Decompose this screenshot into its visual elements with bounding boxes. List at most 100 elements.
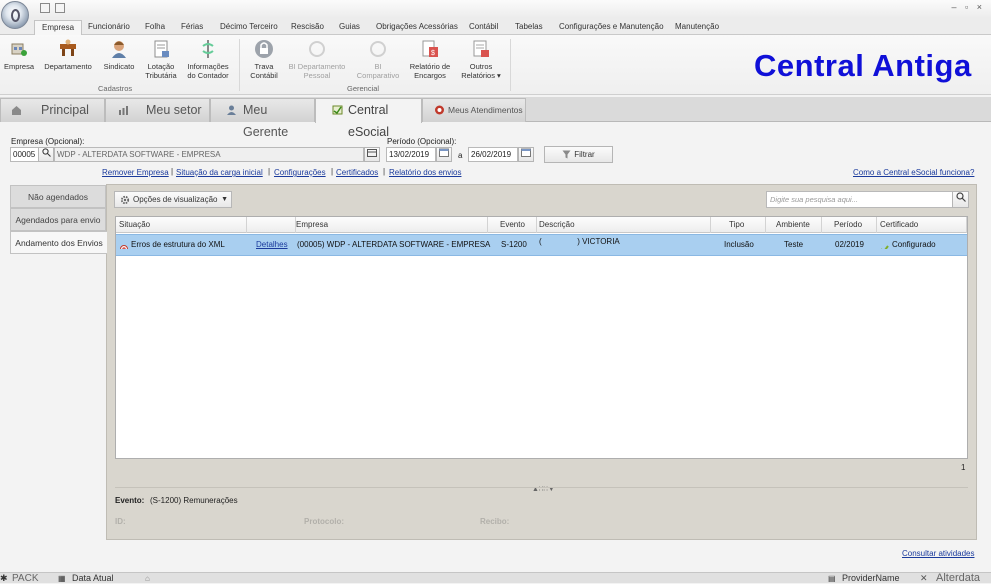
tax-allocation-icon xyxy=(154,40,169,58)
alterdata-logo-icon: ✕ xyxy=(920,573,928,583)
error-status-icon xyxy=(120,241,128,249)
search-button[interactable] xyxy=(952,191,969,208)
grid-icon[interactable] xyxy=(40,3,50,13)
filter-button-label: Filtrar xyxy=(574,150,595,159)
filter-icon xyxy=(562,150,571,159)
tab-central-esocial[interactable]: Central eSocial xyxy=(315,98,422,139)
tab-obrigacoes-acessorias[interactable]: Obrigações Acessórias xyxy=(376,20,458,35)
tab-guias[interactable]: Guias xyxy=(339,20,360,35)
tab-label: Meu setor xyxy=(146,103,202,117)
date-from-picker[interactable] xyxy=(436,147,452,162)
tab-tabelas[interactable]: Tabelas xyxy=(515,20,543,35)
como-funciona-link[interactable]: Como a Central eSocial funciona? xyxy=(853,168,974,177)
tab-empresa[interactable]: Empresa xyxy=(34,20,83,35)
sindicato-button[interactable]: Sindicato xyxy=(101,38,137,71)
cell-evento: S-1200 xyxy=(501,240,527,249)
chart-icon xyxy=(119,106,128,115)
side-tab-nao-agendados[interactable]: Não agendados xyxy=(10,185,106,208)
group-label-cadastros: Cadastros xyxy=(98,84,133,93)
empresa-list-button[interactable] xyxy=(364,147,380,162)
ribbon-label: BI Departamento xyxy=(288,62,346,71)
remover-empresa-link[interactable]: Remover Empresa xyxy=(102,168,169,177)
tab-ferias[interactable]: Férias xyxy=(181,20,203,35)
column-header-ambiente[interactable]: Ambiente xyxy=(766,217,822,233)
departamento-button[interactable]: Departamento xyxy=(42,38,94,71)
splitter xyxy=(115,487,968,488)
date-separator: a xyxy=(458,151,463,160)
cell-periodo: 02/2019 xyxy=(835,240,864,249)
date-from-field[interactable]: 13/02/2019 xyxy=(386,147,436,162)
status-bar: ✱ PACK ▦ Data Atual ⌂ ▤ ProviderName ✕ A… xyxy=(0,572,991,584)
tab-configuracoes-manutencao[interactable]: Configurações e Manutenção xyxy=(559,20,664,35)
tab-manutencao[interactable]: Manutenção xyxy=(675,20,719,35)
informacoes-contador-button[interactable]: Informações do Contador xyxy=(184,38,232,80)
tab-folha[interactable]: Folha xyxy=(145,20,165,35)
title-bar: – ▫ × xyxy=(0,0,991,18)
empresa-code-field[interactable]: 00005 xyxy=(10,147,39,162)
consultar-atividades-link[interactable]: Consultar atividades xyxy=(902,549,974,558)
tab-contabil[interactable]: Contábil xyxy=(469,20,498,35)
relatorio-encargos-button[interactable]: $ Relatório de Encargos xyxy=(407,38,453,80)
brand-title: Central Antiga xyxy=(754,48,972,83)
check-icon xyxy=(880,241,889,249)
empresa-label: Empresa (Opcional): xyxy=(11,137,85,146)
situacao-carga-link[interactable]: Situação da carga inicial xyxy=(176,168,263,177)
support-icon xyxy=(435,105,444,115)
tab-principal[interactable]: Principal xyxy=(0,98,105,122)
tab-meu-setor[interactable]: Meu setor xyxy=(105,98,210,122)
column-header-evento[interactable]: Evento xyxy=(497,217,537,233)
group-label-gerencial: Gerencial xyxy=(347,84,380,93)
ribbon-label: Comparativo xyxy=(356,71,400,80)
filter-button[interactable]: Filtrar xyxy=(544,146,613,163)
protocolo-label: Protocolo: xyxy=(304,517,344,526)
column-header-empresa[interactable]: Empresa xyxy=(293,217,488,233)
empresa-name-field[interactable]: WDP - ALTERDATA SOFTWARE - EMPRESA xyxy=(54,147,364,162)
tab-meus-atendimentos[interactable]: Meus Atendimentos xyxy=(422,98,526,122)
tab-meu-gerente[interactable]: Meu Gerente xyxy=(210,98,315,139)
configuracoes-link[interactable]: Configurações xyxy=(274,168,326,177)
side-tab-andamento[interactable]: Andamento dos Envios xyxy=(10,231,107,254)
certificados-link[interactable]: Certificados xyxy=(336,168,378,177)
side-tab-agendados[interactable]: Agendados para envio xyxy=(10,208,106,231)
calendar-icon xyxy=(521,148,531,157)
table-icon xyxy=(367,149,377,157)
view-options-button[interactable]: Opções de visualização ▼ xyxy=(114,191,232,208)
link-divider: | xyxy=(268,167,271,176)
nav-tabs: Principal Meu setor Meu Gerente Central … xyxy=(0,97,991,139)
view-options-label: Opções de visualização xyxy=(133,195,218,204)
ribbon-label: do Contador xyxy=(187,71,229,80)
column-header-detalhes[interactable] xyxy=(247,217,296,233)
outros-relatorios-button[interactable]: Outros Relatórios ▾ xyxy=(458,38,504,80)
table-row[interactable]: Erros de estrutura do XML Detalhes (0000… xyxy=(116,234,967,256)
empresa-search-button[interactable] xyxy=(38,147,54,162)
column-header-situacao[interactable]: Situação xyxy=(116,217,247,233)
tab-decimo-terceiro[interactable]: Décimo Terceiro xyxy=(220,20,278,35)
app-menu-orb-icon[interactable] xyxy=(1,1,29,29)
bi-comparativo-button[interactable]: BI Comparativo xyxy=(354,38,402,80)
tab-funcionario[interactable]: Funcionário xyxy=(88,20,130,35)
lotacao-tributaria-button[interactable]: Lotação Tributária xyxy=(142,38,180,80)
empresa-button[interactable]: Empresa xyxy=(3,38,35,71)
document-icon[interactable] xyxy=(55,3,65,13)
provider-icon: ▤ xyxy=(828,574,836,583)
column-header-tipo[interactable]: Tipo xyxy=(711,217,766,233)
column-header-certificado[interactable]: Certificado xyxy=(877,217,967,233)
alterdata-brand: Alterdata xyxy=(936,572,981,584)
accountant-icon xyxy=(202,40,214,58)
window-controls[interactable]: – ▫ × xyxy=(952,2,985,12)
ribbon-label: Empresa xyxy=(3,62,34,71)
ribbon-label: Departamento xyxy=(44,62,92,71)
column-header-periodo[interactable]: Período xyxy=(822,217,877,233)
ribbon-label: Tributária xyxy=(145,71,177,80)
bi-departamento-pessoal-button[interactable]: BI Departamento Pessoal xyxy=(287,38,347,80)
trava-contabil-button[interactable]: Trava Contábil xyxy=(246,38,282,80)
column-header-descricao[interactable]: Descrição xyxy=(536,217,711,233)
ribbon-label: Relatório de xyxy=(409,62,451,71)
tab-rescisao[interactable]: Rescisão xyxy=(291,20,324,35)
relatorio-envios-link[interactable]: Relatório dos envios xyxy=(389,168,461,177)
date-to-picker[interactable] xyxy=(518,147,534,162)
date-to-field[interactable]: 26/02/2019 xyxy=(468,147,518,162)
detalhes-link[interactable]: Detalhes xyxy=(256,235,292,255)
chevron-down-icon: ▼ xyxy=(221,196,228,203)
search-input[interactable]: Digite sua pesquisa aqui... xyxy=(766,191,969,208)
